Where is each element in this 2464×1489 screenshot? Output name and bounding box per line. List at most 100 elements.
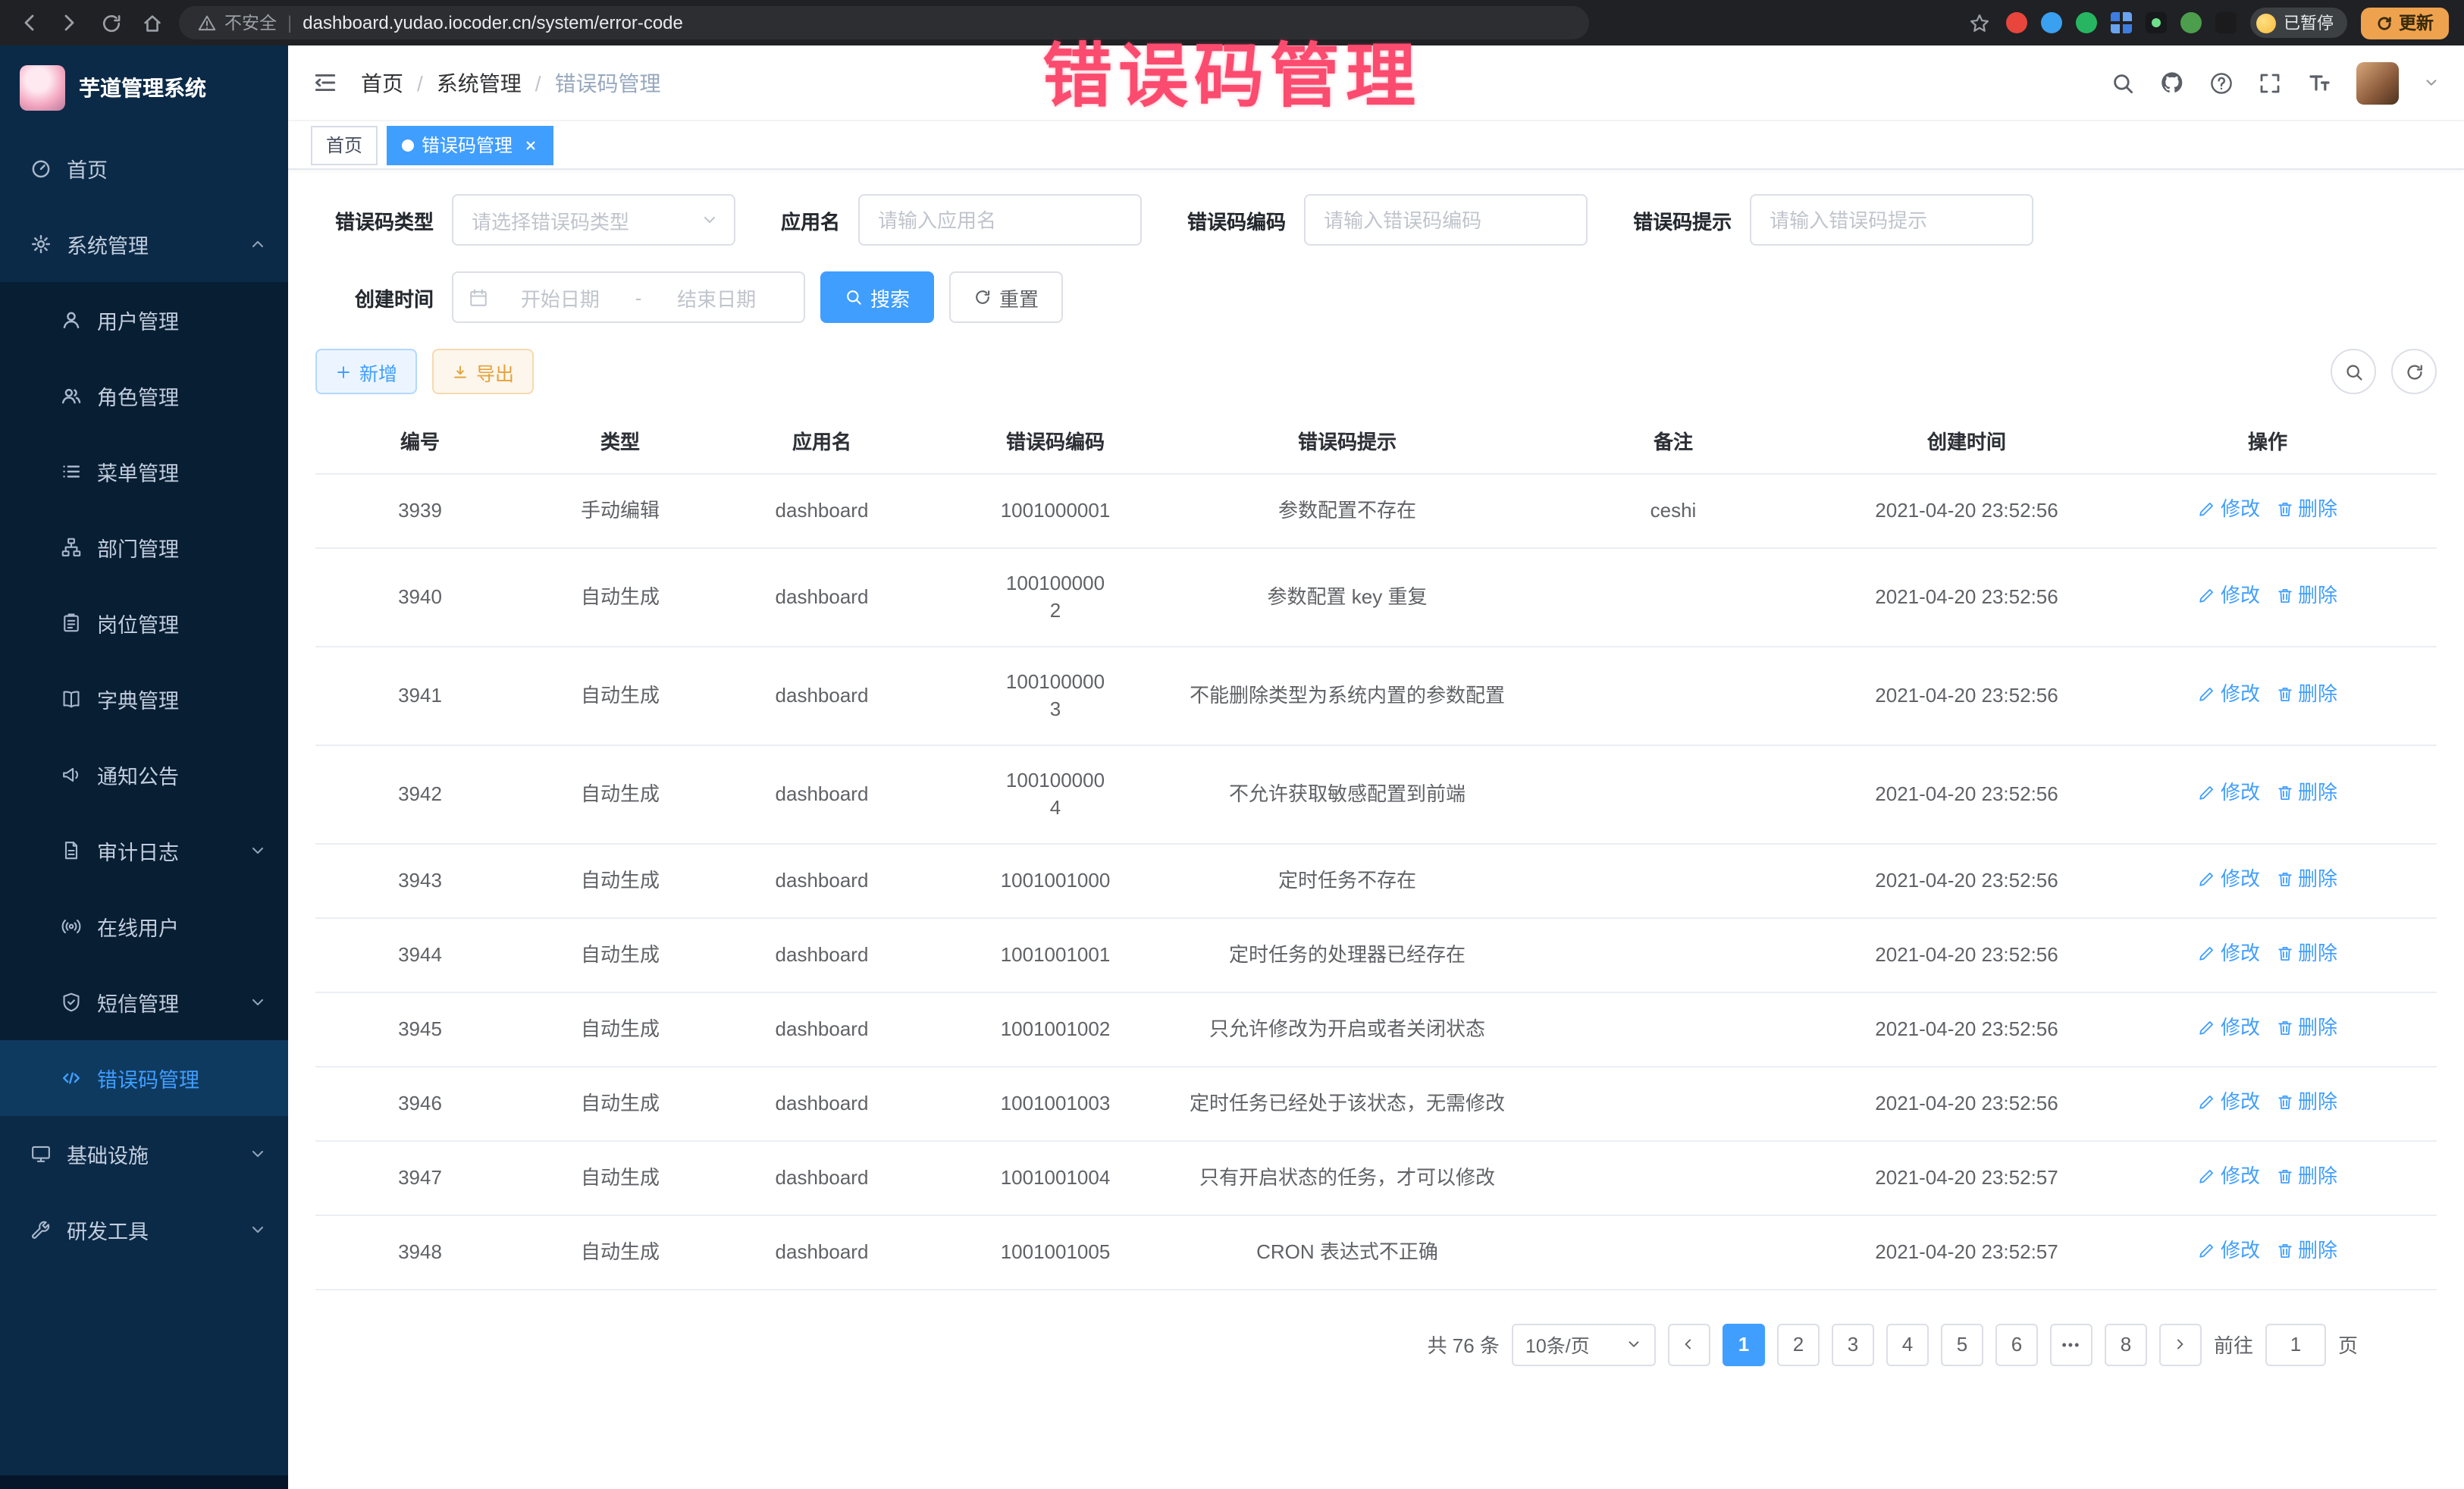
reset-button[interactable]: 重置 [949, 271, 1063, 323]
delete-button[interactable]: 删除 [2275, 680, 2337, 707]
sidebar-item-dept-management[interactable]: 部门管理 [0, 509, 288, 585]
sidebar-item-online-users[interactable]: 在线用户 [0, 889, 288, 964]
page-button-6[interactable]: 6 [1995, 1323, 2038, 1365]
extension-icon[interactable] [2006, 12, 2027, 33]
delete-button[interactable]: 删除 [2275, 1014, 2337, 1041]
edit-button[interactable]: 修改 [2198, 779, 2260, 806]
edit-button[interactable]: 修改 [2198, 865, 2260, 892]
chevron-down-icon [249, 1221, 267, 1239]
sidebar-item-error-code[interactable]: 错误码管理 [0, 1040, 288, 1116]
extension-icon[interactable] [2111, 12, 2132, 33]
search-button[interactable]: 搜索 [820, 271, 934, 323]
trash-icon [2275, 586, 2293, 604]
security-status[interactable]: 不安全 [197, 11, 277, 35]
goto-page-input[interactable] [2265, 1323, 2326, 1365]
prev-page-button[interactable] [1668, 1323, 1710, 1365]
delete-button[interactable]: 删除 [2275, 1162, 2337, 1190]
hamburger-icon[interactable] [312, 70, 338, 96]
megaphone-icon [61, 764, 82, 785]
toggle-search-button[interactable] [2331, 349, 2376, 394]
extension-icon[interactable] [2076, 12, 2097, 33]
sidebar-item-notice[interactable]: 通知公告 [0, 737, 288, 813]
tab-error-code[interactable]: 错误码管理 [387, 125, 553, 165]
create-time-range-picker[interactable]: 开始日期 - 结束日期 [452, 271, 805, 323]
sidebar-item-post-management[interactable]: 岗位管理 [0, 585, 288, 661]
font-size-icon[interactable] [2306, 71, 2332, 95]
trash-icon [2275, 870, 2293, 888]
sidebar-item-sms-management[interactable]: 短信管理 [0, 964, 288, 1040]
paused-badge[interactable]: 已暂停 [2250, 8, 2347, 38]
error-message-input[interactable] [1750, 194, 2033, 246]
delete-button[interactable]: 删除 [2275, 1088, 2337, 1115]
pencil-icon [2198, 1092, 2216, 1111]
breadcrumb-item[interactable]: 系统管理 [437, 67, 522, 98]
avatar[interactable] [2356, 61, 2399, 104]
page-size-select[interactable]: 10条/页 [1512, 1323, 1656, 1365]
forward-icon[interactable] [56, 9, 83, 36]
delete-button[interactable]: 删除 [2275, 939, 2337, 967]
error-code-input[interactable] [1304, 194, 1588, 246]
page-button-3[interactable]: 3 [1832, 1323, 1874, 1365]
sidebar-logo[interactable]: 芋道管理系统 [0, 45, 288, 130]
error-code-table: 编号 类型 应用名 错误码编码 错误码提示 备注 创建时间 操作 3939手动编 [315, 409, 2437, 1290]
page-button-1[interactable]: 1 [1723, 1323, 1765, 1365]
next-page-button[interactable] [2159, 1323, 2202, 1365]
sidebar-menu: 首页 系统管理 用户管理 角色管理 [0, 130, 288, 1475]
bookmark-star-icon[interactable] [1965, 9, 1992, 36]
tags-view-bar: 首页 错误码管理 [288, 121, 2464, 170]
screen: 错误码管理 不安全 | dashboard.yudao.iocoder.cn/s… [0, 0, 2464, 1489]
fullscreen-icon[interactable] [2258, 71, 2282, 95]
delete-button[interactable]: 删除 [2275, 779, 2337, 806]
edit-button[interactable]: 修改 [2198, 939, 2260, 967]
pencil-icon [2198, 783, 2216, 801]
url-text[interactable]: dashboard.yudao.iocoder.cn/system/error-… [303, 12, 683, 33]
sidebar-item-user-management[interactable]: 用户管理 [0, 282, 288, 358]
export-button[interactable]: 导出 [432, 349, 534, 394]
extension-icon[interactable] [2146, 12, 2167, 33]
github-icon[interactable] [2159, 70, 2185, 96]
edit-button[interactable]: 修改 [2198, 1088, 2260, 1115]
trash-icon [2275, 1018, 2293, 1036]
sidebar-item-infrastructure[interactable]: 基础设施 [0, 1116, 288, 1192]
help-icon[interactable] [2209, 71, 2234, 95]
edit-button[interactable]: 修改 [2198, 495, 2260, 522]
add-button[interactable]: 新增 [315, 349, 417, 394]
delete-button[interactable]: 删除 [2275, 865, 2337, 892]
close-icon[interactable] [523, 137, 538, 152]
extension-icon[interactable] [2180, 12, 2202, 33]
breadcrumb-item[interactable]: 首页 [361, 67, 403, 98]
page-button-2[interactable]: 2 [1777, 1323, 1820, 1365]
delete-button[interactable]: 删除 [2275, 581, 2337, 609]
page-button-8[interactable]: 8 [2105, 1323, 2147, 1365]
edit-button[interactable]: 修改 [2198, 680, 2260, 707]
delete-button[interactable]: 删除 [2275, 495, 2337, 522]
back-icon[interactable] [15, 9, 42, 36]
chevron-down-icon[interactable] [2423, 74, 2440, 91]
tab-home[interactable]: 首页 [311, 125, 378, 165]
sidebar-item-menu-management[interactable]: 菜单管理 [0, 434, 288, 509]
edit-button[interactable]: 修改 [2198, 581, 2260, 609]
error-type-select[interactable]: 请选择错误码类型 [452, 194, 735, 246]
extension-icon[interactable] [2041, 12, 2062, 33]
sidebar-item-audit-log[interactable]: 审计日志 [0, 813, 288, 889]
sidebar-item-dict-management[interactable]: 字典管理 [0, 661, 288, 737]
page-button-4[interactable]: 4 [1886, 1323, 1929, 1365]
search-icon[interactable] [2111, 71, 2135, 95]
sidebar-item-dev-tools[interactable]: 研发工具 [0, 1192, 288, 1268]
delete-button[interactable]: 删除 [2275, 1237, 2337, 1264]
sidebar-item-system-management[interactable]: 系统管理 [0, 206, 288, 282]
more-pages-button[interactable]: ••• [2050, 1323, 2093, 1365]
page-button-5[interactable]: 5 [1941, 1323, 1983, 1365]
sidebar-item-home[interactable]: 首页 [0, 130, 288, 206]
reload-icon[interactable] [97, 9, 124, 36]
edit-button[interactable]: 修改 [2198, 1237, 2260, 1264]
home-icon[interactable] [138, 9, 165, 36]
update-button[interactable]: 更新 [2361, 7, 2449, 39]
edit-button[interactable]: 修改 [2198, 1014, 2260, 1041]
edit-button[interactable]: 修改 [2198, 1162, 2260, 1190]
app-name-input[interactable] [858, 194, 1142, 246]
filter-error-code: 错误码编码 [1187, 194, 1588, 246]
sidebar-item-role-management[interactable]: 角色管理 [0, 358, 288, 434]
refresh-table-button[interactable] [2391, 349, 2437, 394]
pin-extension-icon[interactable] [2215, 12, 2237, 33]
